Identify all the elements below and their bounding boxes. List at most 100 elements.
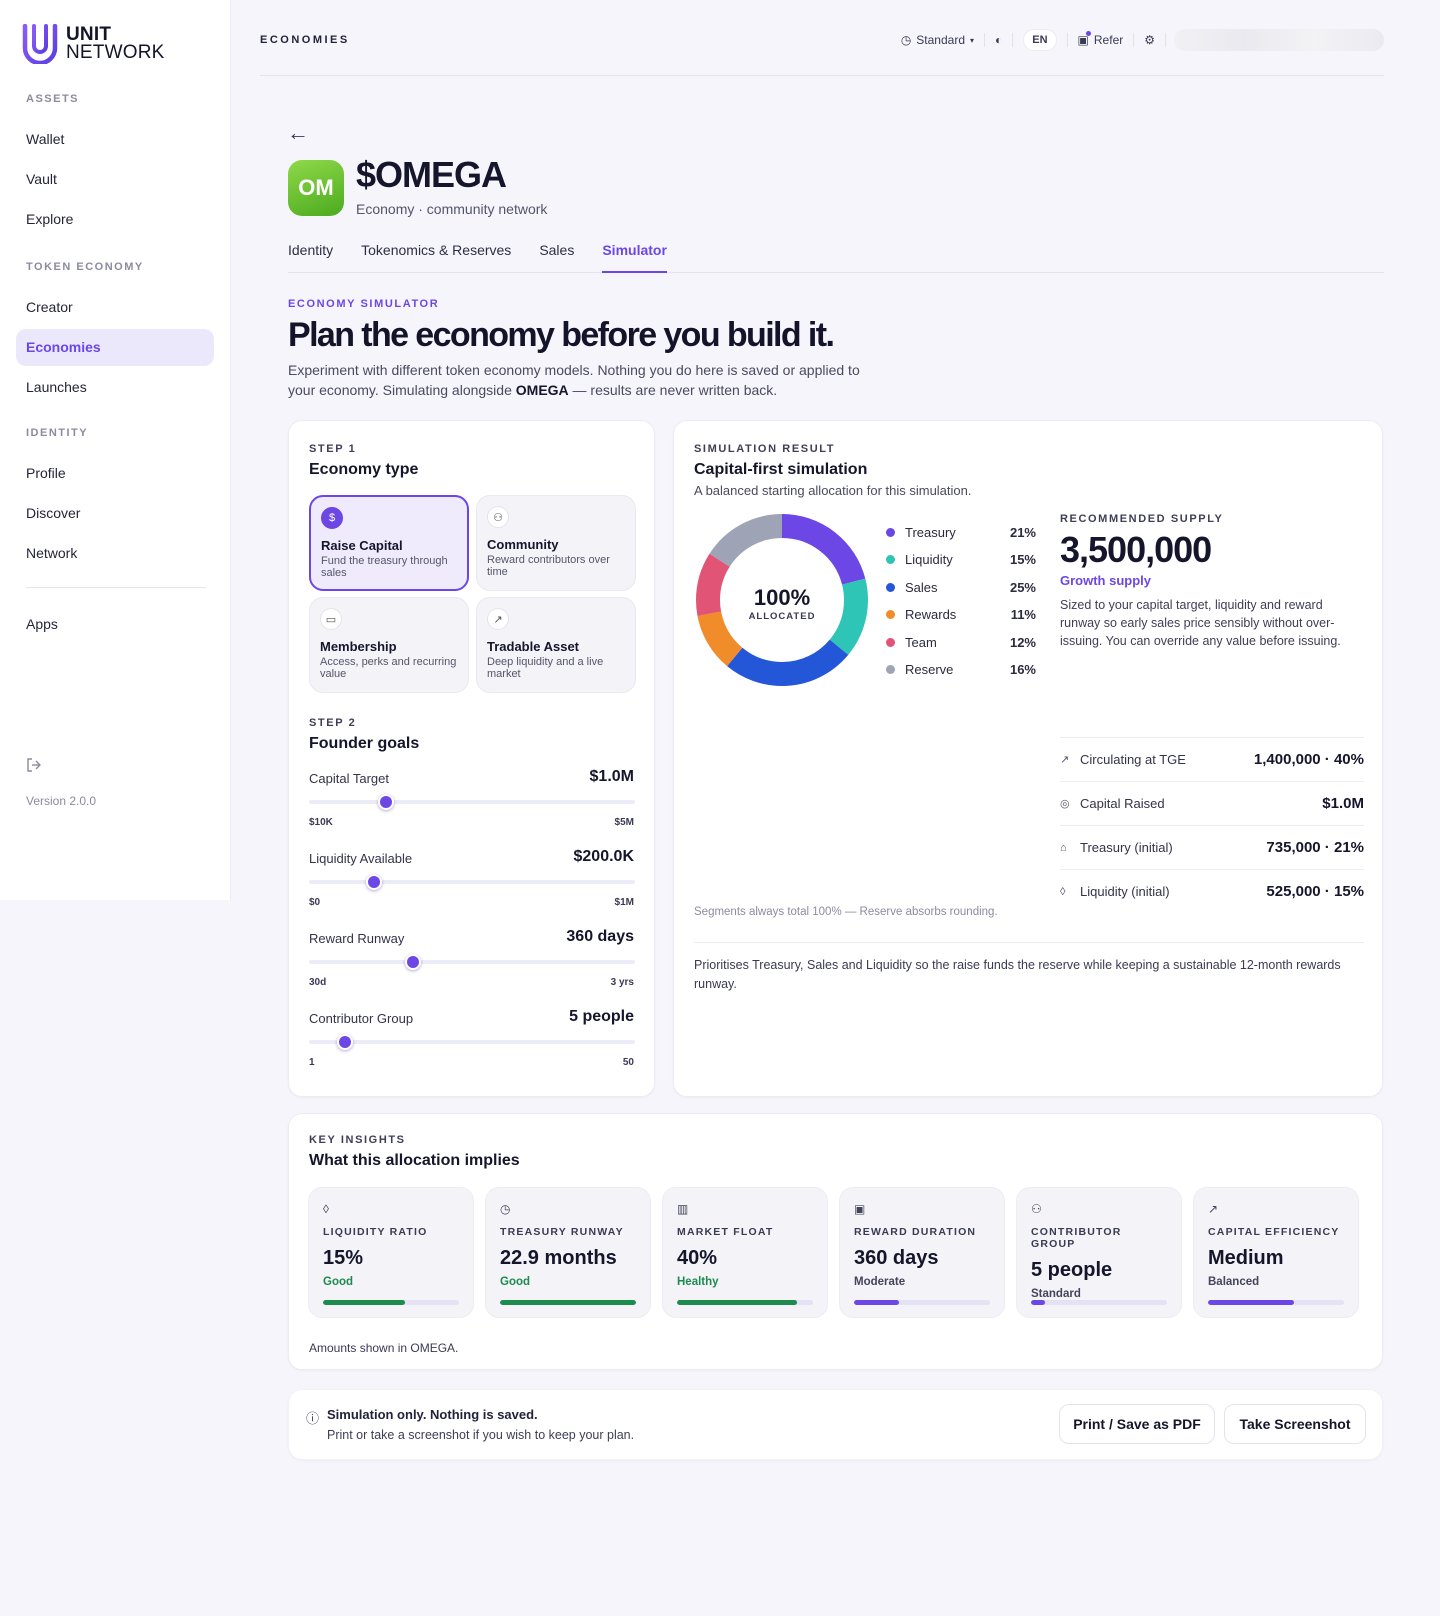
sidebar-item-vault[interactable]: Vault [16, 161, 214, 198]
language-selector[interactable]: EN [1013, 29, 1066, 51]
result-divider [694, 942, 1364, 943]
stat-value: 735,000 · 21% [1266, 839, 1364, 856]
economy-avatar: OM [288, 160, 344, 216]
main-area: ECONOMIES ◷ Standard ▾ ◐ EN ▣ Refer ⚙ ← … [231, 0, 1440, 1616]
slider-max-label: 3 yrs [610, 977, 634, 988]
trend-up-icon: ↗ [1208, 1202, 1219, 1216]
sidebar-item-network[interactable]: Network [16, 535, 214, 572]
economy-type-raise-capital[interactable]: $ Raise Capital Fund the treasury through … [309, 495, 469, 591]
slider-handle[interactable] [377, 794, 394, 810]
droplet-icon: ◊ [1060, 885, 1066, 898]
insight-bar-fill [1208, 1300, 1294, 1305]
sidebar-item-wallet[interactable]: Wallet [16, 121, 214, 158]
goal-value: 360 days [566, 928, 634, 945]
insight-market-float: ▥ MARKET FLOAT 40% Healthy [662, 1187, 828, 1318]
insight-label: REWARD DURATION [854, 1226, 977, 1238]
account-area[interactable] [1174, 29, 1384, 51]
insight-capital-efficiency: ↗ CAPITAL EFFICIENCY Medium Balanced [1193, 1187, 1359, 1318]
sidebar-section-label: TOKEN ECONOMY [26, 261, 144, 273]
sidebar-item-explore[interactable]: Explore [16, 201, 214, 238]
tab-sales[interactable]: Sales [539, 236, 574, 273]
goal-value: 5 people [569, 1008, 634, 1025]
donut-center: 100% ALLOCATED [694, 585, 870, 622]
sidebar-item-discover[interactable]: Discover [16, 495, 214, 532]
stat-row-liquidity-initial: ◊ Liquidity (initial) 525,000 · 15% [1060, 869, 1364, 913]
sidebar-item-apps[interactable]: Apps [16, 606, 214, 643]
sidebar-item-launches[interactable]: Launches [16, 369, 214, 406]
tab-tokenomics-reserves[interactable]: Tokenomics & Reserves [361, 236, 511, 273]
language-label: EN [1023, 29, 1057, 51]
card-icon: ▭ [320, 608, 342, 630]
economy-type-membership[interactable]: ▭ Membership Access, perks and recurring v… [309, 597, 469, 693]
insight-bar [323, 1300, 459, 1305]
gear-icon: ⚙ [1144, 33, 1155, 47]
legend-swatch [886, 665, 895, 674]
tab-identity[interactable]: Identity [288, 236, 333, 273]
mode-selector[interactable]: ◷ Standard ▾ [891, 33, 984, 47]
print-pdf-button[interactable]: Print / Save as PDF [1059, 1404, 1215, 1444]
supply-description: Sized to your capital target, liquidity … [1060, 598, 1341, 648]
slider-track[interactable] [309, 880, 635, 884]
coins-icon: ◎ [1060, 798, 1070, 810]
app-version: Version 2.0.0 [26, 794, 97, 808]
bank-icon: ⌂ [1060, 841, 1067, 854]
logout-icon[interactable] [26, 757, 42, 778]
stat-value: $1.0M [1322, 795, 1364, 812]
legend-label: Liquidity [905, 552, 953, 567]
slider-handle[interactable] [404, 954, 421, 970]
sidebar-item-economies[interactable]: Economies [16, 329, 214, 366]
legend-percent: 12% [1009, 634, 1036, 650]
slider-track[interactable] [309, 800, 635, 804]
economy-type-tradable-asset[interactable]: ↗ Tradable Asset Deep liquidity and a live… [476, 597, 636, 693]
insight-liquidity-ratio: ◊ LIQUIDITY RATIO 15% Good [308, 1187, 474, 1318]
info-icon: ⓘ [306, 1411, 320, 1426]
result-title: Capital-first simulation [694, 461, 868, 478]
insight-status: Balanced [1208, 1276, 1260, 1288]
sidebar-item-profile[interactable]: Profile [16, 455, 214, 492]
brand-logo[interactable]: UNIT NETWORK [22, 24, 165, 64]
simulation-result-card: SIMULATION RESULT Capital-first simulati… [673, 420, 1383, 1097]
slider-handle[interactable] [336, 1034, 353, 1050]
insight-label: CAPITAL EFFICIENCY [1208, 1226, 1340, 1238]
insight-bar-fill [1031, 1300, 1045, 1305]
take-screenshot-button[interactable]: Take Screenshot [1224, 1404, 1366, 1444]
slider-track[interactable] [309, 960, 635, 964]
topbar-actions: ◷ Standard ▾ ◐ EN ▣ Refer ⚙ [891, 28, 1384, 52]
supply-label: RECOMMENDED SUPPLY [1060, 513, 1224, 525]
insight-value: 22.9 months [500, 1247, 617, 1269]
insight-contributor-group: ⚇ CONTRIBUTOR GROUP 5 people Standard [1016, 1187, 1182, 1318]
sidebar-item-creator[interactable]: Creator [16, 289, 214, 326]
economy-type-community[interactable]: ⚇ Community Reward contributors over time [476, 495, 636, 591]
settings-button[interactable]: ⚙ [1134, 33, 1165, 47]
donut-center-value: 100% [753, 585, 811, 610]
goal-label: Reward Runway [309, 931, 405, 946]
user-icon: ⚇ [1031, 1202, 1042, 1216]
slider-track[interactable] [309, 1040, 635, 1044]
step1-label: STEP 1 [309, 443, 357, 455]
insight-value: 5 people [1031, 1259, 1113, 1281]
theme-toggle[interactable]: ◐ [985, 33, 1012, 47]
insight-bar [1208, 1300, 1344, 1305]
insight-bar [854, 1300, 990, 1305]
legend-swatch [886, 637, 895, 647]
goal-label: Liquidity Available [309, 851, 413, 866]
economy-type-description: Fund the treasury through sales [321, 555, 448, 579]
slider-min-label: $0 [309, 897, 321, 908]
gift-icon: ▣ [1077, 31, 1091, 47]
economy-type-description: Deep liquidity and a live market [487, 656, 604, 680]
insight-label: CONTRIBUTOR GROUP [1031, 1226, 1122, 1250]
economy-type-name: Community [487, 537, 559, 552]
arrow-left-icon[interactable]: ← [287, 120, 309, 146]
goal-value: $200.0K [573, 848, 635, 865]
slider-min-label: 1 [309, 1057, 315, 1068]
result-header: SIMULATION RESULT Capital-first simulati… [694, 443, 972, 498]
refer-button[interactable]: ▣ Refer [1068, 31, 1134, 47]
sidebar: UNIT NETWORK ASSETS Wallet Vault Explore TOKE… [0, 0, 231, 900]
tab-simulator[interactable]: Simulator [602, 236, 667, 273]
donut-center-label: ALLOCATED [748, 611, 816, 622]
result-summary: Prioritises Treasury, Sales and Liquidit… [694, 958, 1341, 991]
step2-header: STEP 2 Founder goals [309, 717, 419, 753]
insight-label: LIQUIDITY RATIO [323, 1226, 428, 1238]
slider-handle[interactable] [365, 874, 382, 890]
economy-type-description: Reward contributors over time [487, 554, 610, 578]
